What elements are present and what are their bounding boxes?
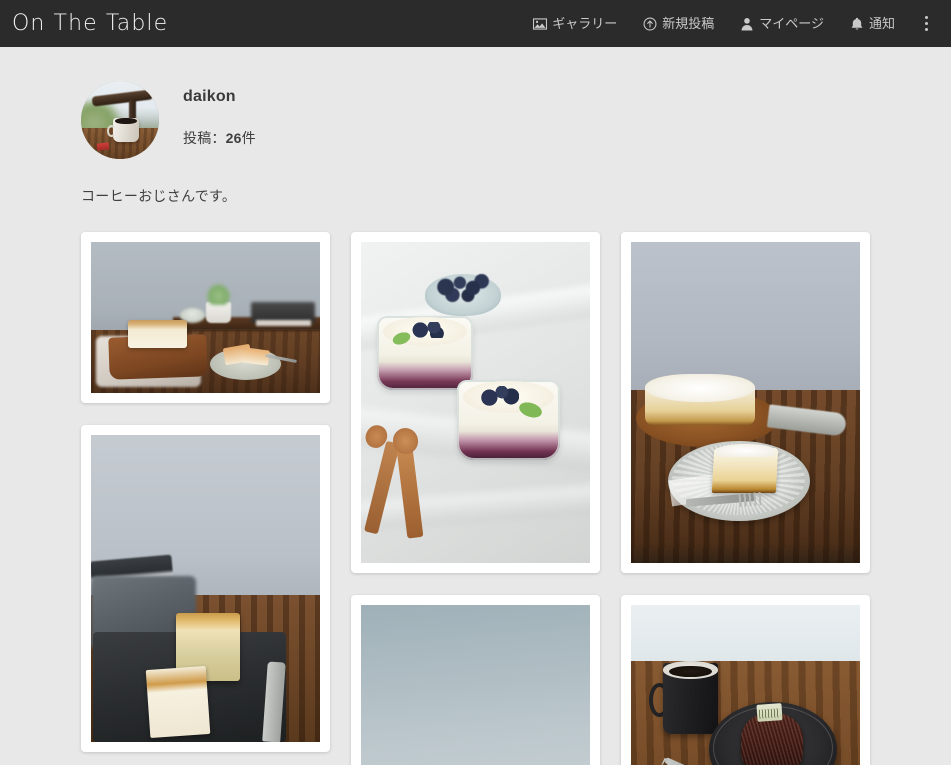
- bell-icon: [850, 17, 864, 31]
- kebab-dot: [924, 28, 928, 31]
- photo2-layer-blueberries-bowl: [431, 273, 494, 303]
- username: daikon: [183, 88, 236, 105]
- gallery-card-post-4[interactable]: [81, 425, 330, 753]
- nav-label-notifications: 通知: [868, 16, 895, 31]
- navbar-links: ギャラリー 新規投稿 マイページ 通知: [533, 17, 895, 31]
- gallery-card-post-5[interactable]: [351, 595, 600, 765]
- avatar[interactable]: [81, 81, 159, 159]
- photo1-layer-plant: [205, 282, 231, 306]
- gallery-card-post-1[interactable]: [81, 231, 330, 404]
- avatar-layer-coffee: [114, 117, 138, 124]
- gallery-card-post-6[interactable]: [621, 595, 870, 765]
- kebab-dot: [924, 16, 928, 19]
- nav-label-new-post: 新規投稿: [662, 16, 715, 31]
- photo4-layer-slice: [145, 666, 211, 738]
- photo6-layer-tag-text: [758, 707, 781, 718]
- nav-label-mypage: マイページ: [759, 16, 824, 31]
- photo1-layer-pot: [205, 302, 231, 324]
- gallery-card-post-2[interactable]: [351, 231, 600, 574]
- kebab-dot: [924, 22, 928, 25]
- gallery-card-post-3[interactable]: [621, 231, 870, 574]
- gallery-grid: [0, 231, 951, 765]
- photo1-layer-book-page: [255, 320, 311, 327]
- nav-item-new-post[interactable]: 新規投稿: [643, 17, 714, 31]
- post-count-unit: 件: [241, 130, 256, 147]
- post-count: 投稿：26件: [183, 128, 256, 148]
- avatar-layer-packet: [96, 141, 110, 151]
- photo1-layer-cake: [127, 320, 188, 348]
- profile-meta: daikon 投稿：26件: [183, 81, 256, 148]
- upload-circle-icon: [643, 17, 657, 31]
- kebab-menu-icon[interactable]: [915, 11, 937, 37]
- person-icon: [740, 17, 754, 31]
- nav-item-gallery[interactable]: ギャラリー: [533, 17, 617, 31]
- photo3-layer-cream: [644, 373, 755, 403]
- page-content: daikon 投稿：26件 コーヒーおじさんです。: [0, 47, 951, 765]
- profile-header: daikon 投稿：26件: [81, 81, 951, 159]
- photo5-layer-base: [361, 605, 590, 765]
- nav-item-notifications[interactable]: 通知: [850, 17, 895, 31]
- photo2-layer-blueberries-2: [480, 386, 519, 406]
- post-photo-2: [361, 241, 590, 564]
- post-count-label: 投稿：: [183, 130, 226, 147]
- profile-bio: コーヒーおじさんです。: [81, 188, 237, 204]
- nav-item-mypage[interactable]: マイページ: [740, 17, 824, 31]
- post-photo-1: [91, 241, 320, 394]
- top-navbar: On The Table ギャラリー 新規投稿 マイページ 通知: [0, 0, 951, 47]
- photo6-layer-wall: [631, 605, 860, 662]
- profile-section: daikon 投稿：26件 コーヒーおじさんです。: [0, 47, 951, 207]
- post-photo-5: [361, 605, 590, 765]
- photo3-layer-slice-cream: [715, 444, 776, 458]
- post-photo-4: [91, 435, 320, 743]
- image-icon: [533, 17, 548, 31]
- photo3-layer-wall: [631, 241, 860, 390]
- post-photo-6: [631, 605, 860, 765]
- post-count-value: 26: [225, 130, 242, 147]
- post-photo-3: [631, 241, 860, 564]
- photo2-layer-blueberries-1: [411, 322, 448, 339]
- photo3-layer-fork-tines: [738, 491, 763, 507]
- site-logo[interactable]: On The Table: [12, 12, 168, 35]
- nav-label-gallery: ギャラリー: [552, 16, 618, 31]
